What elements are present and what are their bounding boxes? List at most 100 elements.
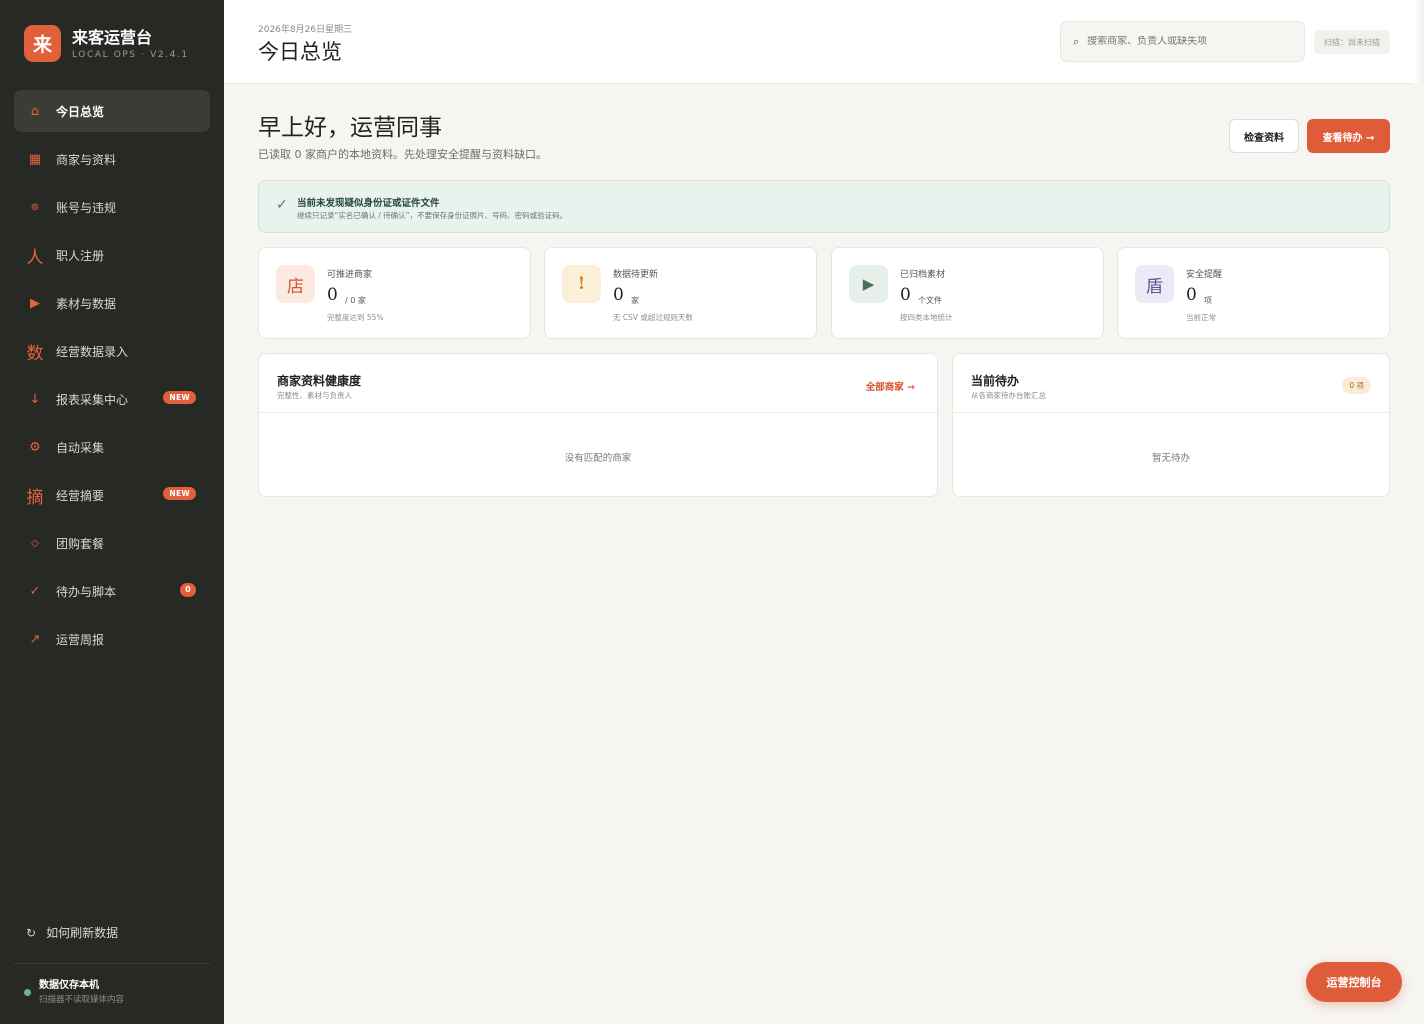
stat-value: 0 <box>900 285 911 305</box>
greeting-title: 早上好，运营同事 <box>258 115 442 141</box>
stat-label: 数据待更新 <box>613 270 659 280</box>
sidebar-item-merchants[interactable]: ▦ 商家与资料 <box>14 138 210 180</box>
sidebar-item-label: 今日总览 <box>56 104 105 119</box>
warning-icon: ! <box>562 265 601 303</box>
sidebar-item-label: 账号与违规 <box>56 200 117 215</box>
all-merchants-link[interactable]: 全部商家 → <box>866 379 915 393</box>
status-dot-icon <box>24 989 31 996</box>
panel-subtitle: 从各商家待办台账汇总 <box>971 391 1046 400</box>
diamond-icon: ◇ <box>31 537 39 549</box>
brand-logo: 来 <box>24 25 61 62</box>
stat-card-security: 盾 安全提醒 0 项 当前正常 <box>1117 247 1390 339</box>
divider <box>259 412 937 413</box>
safety-alert: ✓ 当前未发现疑似身份证或证件文件 继续只记录“实名已确认 / 待确认”，不要保… <box>258 180 1390 233</box>
sidebar-item-label: 职人注册 <box>56 248 105 263</box>
search-box[interactable]: ⌕ <box>1060 21 1305 62</box>
stat-card-materials: ▶ 已归档素材 0 个文件 按四类本地统计 <box>831 247 1104 339</box>
sidebar-item-reports[interactable]: ↓ 报表采集中心 NEW <box>14 378 210 420</box>
play-icon: ▶ <box>30 295 40 311</box>
download-icon: ↓ <box>29 391 41 407</box>
sidebar-item-registration[interactable]: 人 职人注册 <box>14 234 210 276</box>
sidebar-item-summary[interactable]: 摘 经营摘要 NEW <box>14 474 210 516</box>
sidebar-item-label: 经营数据录入 <box>56 344 129 359</box>
sidebar-item-packages[interactable]: ◇ 团购套餐 <box>14 522 210 564</box>
brand: 来 来客运营台 LOCAL OPS · V2.4.1 <box>24 25 189 62</box>
current-todos-panel: 当前待办 从各商家待办台账汇总 0 项 暂无待办 <box>952 353 1390 497</box>
data-icon: 数 <box>26 343 44 364</box>
stat-subtitle: 当前正常 <box>1186 313 1216 322</box>
sidebar-item-weekly[interactable]: ↗ 运营周报 <box>14 618 210 660</box>
home-icon: ⌂ <box>30 103 40 119</box>
grid-icon: ▦ <box>28 151 42 167</box>
ops-console-button[interactable]: 运营控制台 <box>1306 962 1402 1002</box>
panel-subtitle: 完整性、素材与负责人 <box>277 391 352 400</box>
sidebar-item-auto-collect[interactable]: ⚙ 自动采集 <box>14 426 210 468</box>
stat-card-data-pending: ! 数据待更新 0 家 无 CSV 或超过规则天数 <box>544 247 817 339</box>
merchant-health-panel: 商家资料健康度 完整性、素材与负责人 全部商家 → 没有匹配的商家 <box>258 353 938 497</box>
empty-state: 没有匹配的商家 <box>564 453 632 464</box>
sidebar-item-label: 经营摘要 <box>56 488 105 503</box>
sidebar-item-label: 待办与脚本 <box>56 584 117 599</box>
sidebar-item-label: 报表采集中心 <box>56 392 129 407</box>
empty-state: 暂无待办 <box>1151 453 1190 464</box>
check-data-button[interactable]: 检查资料 <box>1229 119 1299 153</box>
gear-icon: ⚙ <box>29 439 41 455</box>
sidebar-nav: ⌂ 今日总览 ▦ 商家与资料 ⊚ 账号与违规 人 职人注册 ▶ 素材与数据 数 … <box>14 90 210 666</box>
refresh-label: 如何刷新数据 <box>46 926 119 940</box>
page-title: 今日总览 <box>258 40 342 64</box>
sidebar-item-accounts[interactable]: ⊚ 账号与违规 <box>14 186 210 228</box>
panel-title: 商家资料健康度 <box>277 374 362 388</box>
todo-count-badge: 0 项 <box>1342 377 1371 394</box>
view-todos-button[interactable]: 查看待办 → <box>1307 119 1390 153</box>
scan-status-badge: 扫描：尚未扫描 <box>1314 30 1390 54</box>
local-storage-subtitle: 扫描器不读取媒体内容 <box>39 995 125 1005</box>
sidebar-item-todos[interactable]: ✓ 待办与脚本 0 <box>14 570 210 612</box>
sidebar-item-materials[interactable]: ▶ 素材与数据 <box>14 282 210 324</box>
sidebar-item-label: 自动采集 <box>56 440 105 455</box>
greeting-subtitle: 已读取 0 家商户的本地资料。先处理安全提醒与资料缺口。 <box>258 148 547 161</box>
stat-label: 已归档素材 <box>900 270 946 280</box>
local-storage-status: 数据仅存本机 扫描器不读取媒体内容 <box>24 979 124 1007</box>
local-storage-title: 数据仅存本机 <box>39 980 99 991</box>
stat-value: 0 <box>1186 285 1197 305</box>
sidebar-item-label: 商家与资料 <box>56 152 117 167</box>
refresh-help-link[interactable]: ↻ 如何刷新数据 <box>26 924 118 941</box>
person-icon: 人 <box>26 247 44 268</box>
new-badge: NEW <box>163 391 196 404</box>
sidebar: 来 来客运营台 LOCAL OPS · V2.4.1 ⌂ 今日总览 ▦ 商家与资… <box>0 0 224 1024</box>
sidebar-item-label: 素材与数据 <box>56 296 117 311</box>
target-icon: ⊚ <box>30 201 40 213</box>
check-icon: ✓ <box>29 583 41 599</box>
search-icon: ⌕ <box>1073 34 1080 48</box>
trend-icon: ↗ <box>29 631 41 647</box>
refresh-icon: ↻ <box>26 925 37 940</box>
brand-subtitle: LOCAL OPS · V2.4.1 <box>72 49 189 60</box>
alert-subtitle: 继续只记录“实名已确认 / 待确认”，不要保存身份证照片、号码、密码或验证码。 <box>297 211 568 220</box>
stat-unit: 项 <box>1204 296 1212 305</box>
divider <box>14 963 210 964</box>
shield-icon: 盾 <box>1135 265 1174 303</box>
scrollbar-track <box>1414 0 1424 84</box>
stat-label: 可推进商家 <box>327 270 373 280</box>
stat-card-merchants: 店 可推进商家 0 / 0 家 完整度达到 55% <box>258 247 531 339</box>
check-icon: ✓ <box>276 197 288 213</box>
alert-title: 当前未发现疑似身份证或证件文件 <box>297 198 440 209</box>
stat-unit: 家 <box>631 296 639 305</box>
header-date: 2026年8月26日星期三 <box>258 25 353 35</box>
stat-value: 0 <box>613 285 624 305</box>
play-icon: ▶ <box>849 265 888 303</box>
sidebar-item-overview[interactable]: ⌂ 今日总览 <box>14 90 210 132</box>
count-badge: 0 <box>180 583 196 597</box>
brand-title: 来客运营台 <box>72 27 153 47</box>
summary-icon: 摘 <box>26 487 44 508</box>
sidebar-item-label: 团购套餐 <box>56 536 105 551</box>
stat-subtitle: 无 CSV 或超过规则天数 <box>613 313 693 322</box>
stat-subtitle: 按四类本地统计 <box>900 313 953 322</box>
stat-unit: 个文件 <box>918 296 942 305</box>
stat-label: 安全提醒 <box>1186 270 1223 280</box>
sidebar-item-data-entry[interactable]: 数 经营数据录入 <box>14 330 210 372</box>
search-input[interactable] <box>1087 36 1288 47</box>
store-icon: 店 <box>276 265 315 303</box>
top-header: 2026年8月26日星期三 今日总览 ⌕ 扫描：尚未扫描 <box>224 0 1424 84</box>
divider <box>953 412 1389 413</box>
